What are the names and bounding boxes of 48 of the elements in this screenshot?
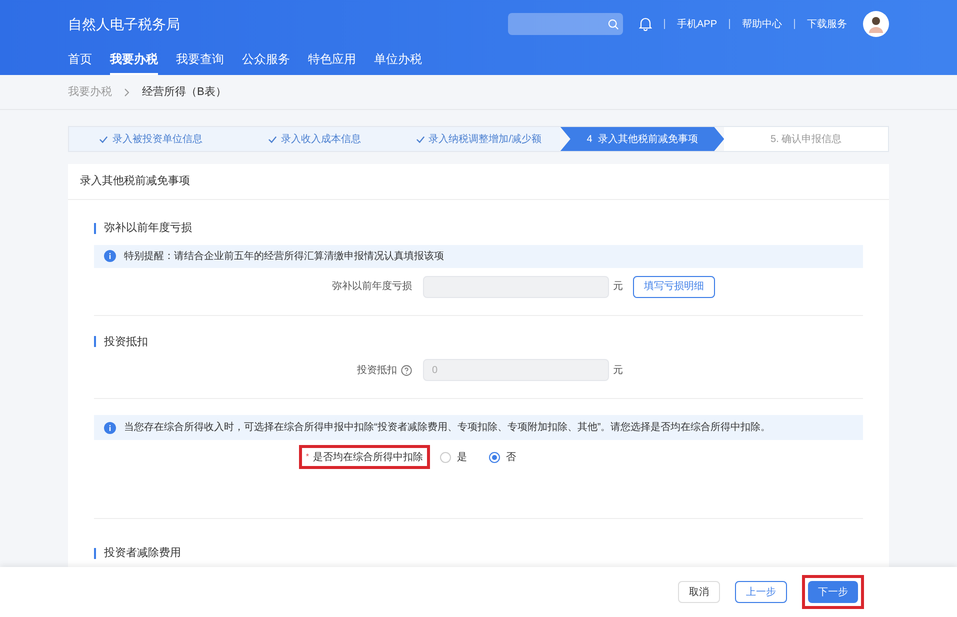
- search-field[interactable]: [508, 13, 623, 35]
- radio-option[interactable]: 是: [440, 450, 467, 464]
- breadcrumb-item: 经营所得（B表）: [142, 84, 226, 100]
- breadcrumb-item[interactable]: 我要办税: [68, 84, 112, 100]
- nav-tab[interactable]: 我要办税: [110, 48, 158, 75]
- nav-tab[interactable]: 首页: [68, 48, 92, 75]
- notice-text: 特别提醒：请结合企业前五年的经营所得汇算清缴申报情况认真填报该项: [124, 250, 444, 264]
- header-link[interactable]: 下载服务: [807, 16, 847, 32]
- radio-option[interactable]: 否: [489, 450, 516, 464]
- card-title: 录入其他税前减免事项: [80, 174, 190, 190]
- check-icon: [416, 134, 425, 144]
- step-item: 5. 确认申报信息: [724, 127, 888, 151]
- unit-text: 元: [613, 280, 623, 294]
- step-item: 录入收入成本信息: [232, 127, 397, 151]
- person-icon: [867, 15, 885, 33]
- unit-text: 元: [613, 364, 623, 378]
- step-item: 录入被投资单位信息: [69, 127, 233, 151]
- nav-tab[interactable]: 我要查询: [176, 48, 224, 75]
- info-icon: [104, 422, 116, 434]
- field-label: 投资抵扣: [357, 364, 397, 378]
- section-heading: 弥补以前年度亏损: [104, 220, 192, 236]
- chevron-icon: [124, 88, 130, 96]
- section-heading: 投资者减除费用: [104, 546, 181, 561]
- bell-icon[interactable]: [638, 17, 652, 31]
- avatar[interactable]: [863, 11, 889, 37]
- check-icon: [99, 134, 108, 144]
- search-icon: [608, 18, 619, 30]
- header-link[interactable]: 手机APP: [676, 16, 717, 32]
- amount-field[interactable]: 0: [423, 359, 609, 381]
- field-label: * 是否均在综合所得中扣除: [298, 445, 430, 469]
- nav-tab[interactable]: 公众服务: [242, 48, 290, 75]
- section-heading: 投资抵扣: [104, 334, 148, 350]
- info-icon: [104, 250, 116, 262]
- step-item: 录入纳税调整增加/减少额: [396, 127, 560, 151]
- nav-tab[interactable]: 特色应用: [308, 48, 356, 75]
- notice-text: 当您存在综合所得收入时，可选择在综合所得申报中扣除“投资者减除费用、专项扣除、专项附加扣除、其他”。请您选择是否均在综合所得中扣除。: [124, 420, 771, 435]
- field-label: 弥补以前年度亏损: [331, 280, 413, 294]
- header-link[interactable]: 帮助中心: [742, 16, 782, 32]
- amount-field[interactable]: [423, 276, 609, 298]
- step-item: 4 录入其他税前减免事项: [560, 127, 724, 151]
- nav-tab[interactable]: 单位办税: [374, 48, 422, 75]
- site-title: 自然人电子税务局: [68, 14, 180, 34]
- footer-button[interactable]: 取消: [678, 581, 720, 603]
- check-icon: [268, 134, 278, 144]
- fill-details-button[interactable]: 填写亏损明细: [633, 276, 715, 298]
- help-icon[interactable]: [401, 364, 412, 376]
- footer-button[interactable]: 上一步: [735, 581, 787, 603]
- footer-button[interactable]: 下一步: [808, 581, 858, 603]
